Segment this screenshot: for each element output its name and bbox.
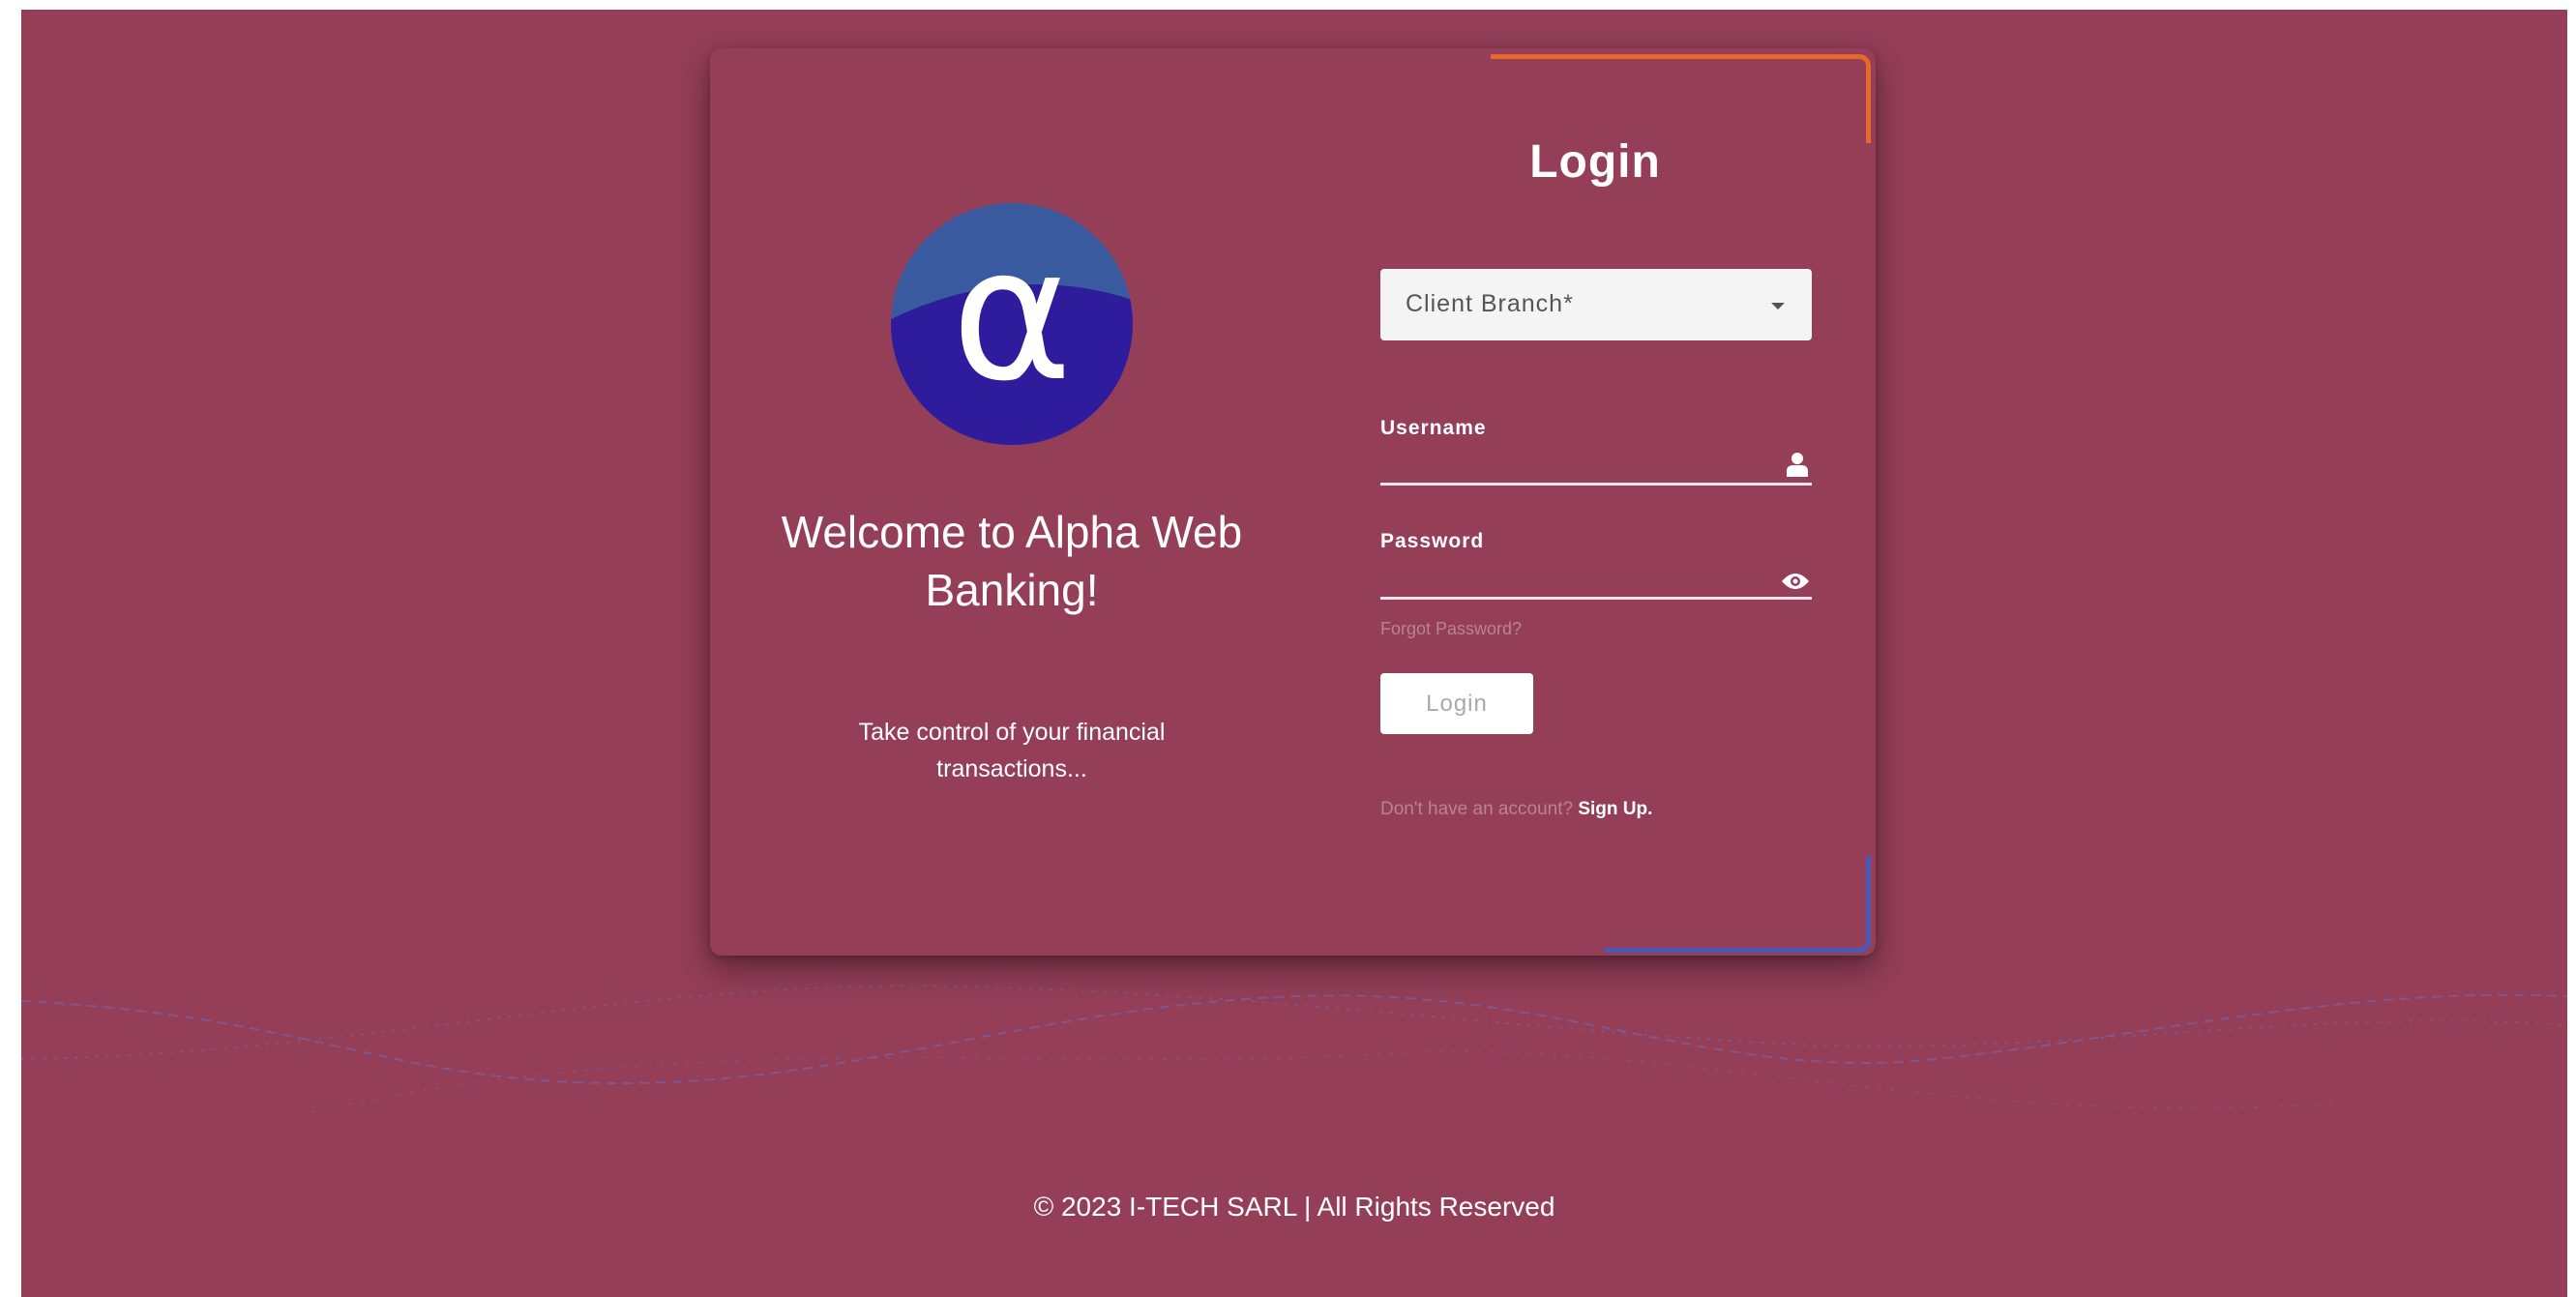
- forgot-password-link[interactable]: Forgot Password?: [1380, 619, 1522, 639]
- alpha-glyph: α: [951, 208, 1073, 422]
- login-card: α Welcome to Alpha Web Banking! Take con…: [710, 48, 1876, 956]
- client-branch-select[interactable]: Client Branch*: [1380, 269, 1812, 340]
- user-icon: [1787, 452, 1808, 482]
- page-background: α Welcome to Alpha Web Banking! Take con…: [21, 10, 2567, 1297]
- welcome-tagline: Take control of your financial transacti…: [858, 719, 1166, 782]
- eye-icon[interactable]: [1781, 572, 1810, 596]
- signup-link[interactable]: Sign Up.: [1578, 799, 1652, 819]
- username-field[interactable]: [1380, 447, 1812, 486]
- signup-prompt-text: Don't have an account?: [1380, 799, 1574, 819]
- blue-corner-accent: [1605, 856, 1871, 953]
- signup-prompt: Don't have an account? Sign Up.: [1380, 799, 1652, 820]
- footer-copyright: © 2023 I-TECH SARL | All Rights Reserved: [1033, 1192, 1555, 1222]
- password-label: Password: [1380, 530, 1485, 552]
- password-field[interactable]: [1380, 561, 1812, 600]
- orange-corner-accent: [1491, 54, 1871, 143]
- login-button[interactable]: Login: [1380, 673, 1533, 734]
- welcome-title: Welcome to Alpha Web Banking!: [781, 507, 1243, 615]
- username-label: Username: [1380, 417, 1487, 439]
- chevron-down-icon: [1771, 303, 1785, 310]
- alpha-logo-icon: α: [891, 203, 1133, 445]
- client-branch-label: Client Branch*: [1406, 290, 1574, 317]
- background-wave-decoration: [21, 985, 2567, 1113]
- login-title: Login: [1529, 136, 1661, 188]
